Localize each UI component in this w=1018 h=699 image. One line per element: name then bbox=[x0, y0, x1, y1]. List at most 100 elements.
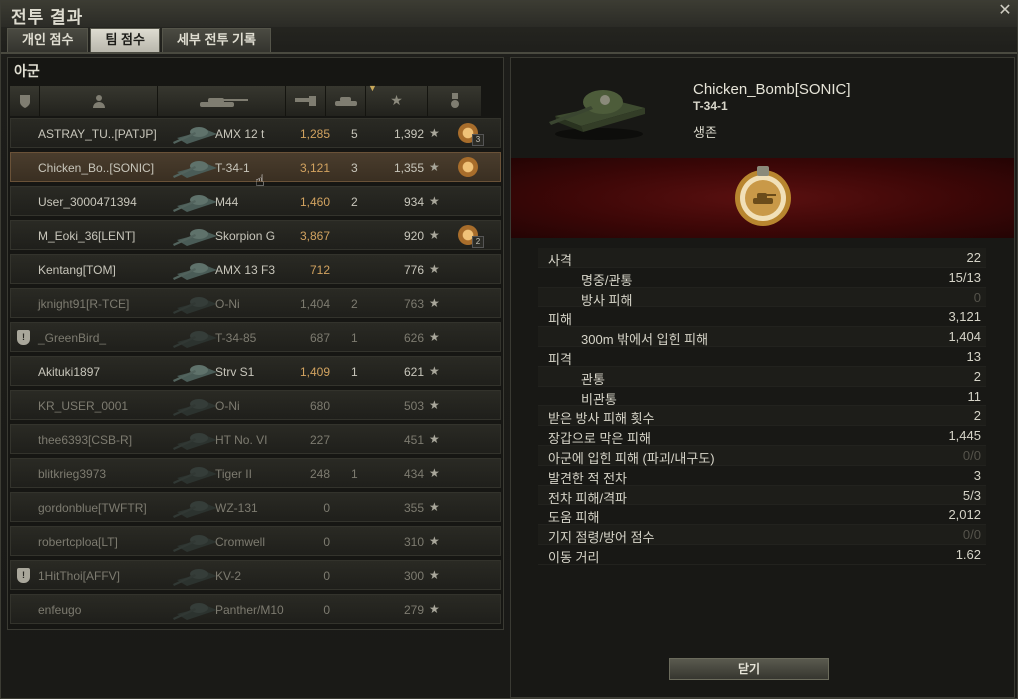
team-row[interactable]: robertcploa[LT] Cromwell 0 310 ★ bbox=[10, 526, 501, 556]
team-row[interactable]: M_Eoki_36[LENT] Skorpion G 3,867 920 ★ 2 bbox=[10, 220, 501, 250]
star-icon: ★ bbox=[429, 330, 440, 344]
close-icon[interactable]: ✕ bbox=[997, 2, 1013, 18]
team-row[interactable]: Akituki1897 Strv S1 1,409 1 621 ★ bbox=[10, 356, 501, 386]
row-kills: 2 bbox=[351, 297, 358, 311]
stat-value: 22 bbox=[966, 250, 981, 265]
row-damage: 1,460 bbox=[299, 195, 330, 209]
star-icon: ★ bbox=[429, 534, 440, 548]
team-panel: 아군 ▼ ★ ASTRAY_TU..[PATJP] AMX 12 t 1,285… bbox=[7, 57, 504, 630]
tank-icon[interactable] bbox=[158, 86, 286, 116]
team-row[interactable]: ! 1HitThoi[AFFV] KV-2 0 300 ★ bbox=[10, 560, 501, 590]
row-xp: 355 bbox=[403, 501, 424, 515]
person-icon[interactable] bbox=[40, 86, 158, 116]
window-title: 전투 결과 bbox=[11, 8, 84, 27]
stat-value: 11 bbox=[967, 388, 982, 404]
row-vehicle-name: M44 bbox=[215, 195, 239, 209]
vehicle-header: Chicken_Bomb[SONIC] T-34-1 생존 bbox=[511, 58, 1014, 156]
row-xp: 920 bbox=[403, 229, 424, 243]
row-damage: 687 bbox=[309, 331, 330, 345]
star-icon: ★ bbox=[429, 398, 440, 412]
team-row[interactable]: Kentang[TOM] AMX 13 F3 712 776 ★ bbox=[10, 254, 501, 284]
close-button[interactable]: 닫기 bbox=[669, 658, 829, 680]
row-damage: 0 bbox=[323, 535, 330, 549]
star-icon: ★ bbox=[429, 160, 440, 174]
team-row[interactable]: jknight91[R-TCE] O-Ni 1,404 2 763 ★ bbox=[10, 288, 501, 318]
detail-status: 생존 bbox=[693, 125, 717, 140]
tab-personal-score[interactable]: 개인 점수 bbox=[7, 28, 89, 52]
star-icon: ★ bbox=[429, 262, 440, 276]
tank-thumbnail bbox=[173, 263, 217, 280]
sort-arrow-icon: ▼ bbox=[368, 83, 377, 93]
row-vehicle-name: Cromwell bbox=[215, 535, 266, 549]
row-player-name: Akituki1897 bbox=[38, 365, 101, 379]
row-damage: 680 bbox=[309, 399, 330, 413]
row-damage: 248 bbox=[309, 467, 330, 481]
row-kills: 3 bbox=[351, 161, 358, 175]
stat-row: 비관통 11 bbox=[538, 387, 986, 407]
stat-label: 전차 피해/격파 bbox=[548, 490, 627, 506]
stat-row: 피격 13 bbox=[538, 347, 986, 367]
stat-row: 아군에 입힌 피해 (파괴/내구도) 0/0 bbox=[538, 445, 986, 466]
row-damage: 712 bbox=[309, 263, 330, 277]
tab-team-score[interactable]: 팀 점수 bbox=[90, 28, 160, 52]
stat-value: 1,404 bbox=[948, 329, 981, 345]
row-kills: 1 bbox=[351, 331, 358, 345]
team-row[interactable]: gordonblue[TWFTR] WZ-131 0 355 ★ bbox=[10, 492, 501, 522]
stat-label: 비관통 bbox=[581, 391, 617, 407]
stat-row: 사격 22 bbox=[538, 248, 986, 268]
stat-row: 관통 2 bbox=[538, 366, 986, 387]
team-row[interactable]: KR_USER_0001 O-Ni 680 503 ★ bbox=[10, 390, 501, 420]
star-icon: ★ bbox=[429, 364, 440, 378]
row-xp: 503 bbox=[403, 399, 424, 413]
row-kills: 2 bbox=[351, 195, 358, 209]
clan-shield-icon: ! bbox=[17, 330, 30, 345]
gun-icon[interactable] bbox=[286, 86, 326, 116]
medal-count: 3 bbox=[472, 134, 484, 146]
player-detail-panel: Chicken_Bomb[SONIC] T-34-1 생존 사격 22 명중/관통… bbox=[510, 57, 1015, 698]
stat-value: 2 bbox=[973, 408, 981, 424]
column-header: ▼ ★ bbox=[10, 83, 501, 116]
medal-icon[interactable] bbox=[458, 157, 478, 177]
team-row[interactable]: blitkrieg3973 Tiger II 248 1 434 ★ bbox=[10, 458, 501, 488]
tank-thumbnail bbox=[173, 229, 217, 246]
stat-label: 기지 점령/방어 점수 bbox=[548, 530, 655, 546]
row-damage: 0 bbox=[323, 501, 330, 515]
row-player-name: blitkrieg3973 bbox=[38, 467, 107, 481]
team-row[interactable]: ! _GreenBird_ T-34-85 687 1 626 ★ bbox=[10, 322, 501, 352]
row-xp: 626 bbox=[403, 331, 424, 345]
tank-thumbnail bbox=[173, 603, 217, 620]
tank-thumbnail bbox=[173, 535, 217, 552]
team-row[interactable]: ASTRAY_TU..[PATJP] AMX 12 t 1,285 5 1,392 ★ 3 bbox=[10, 118, 501, 148]
title-bar: 전투 결과 ✕ bbox=[1, 1, 1017, 27]
tank-thumbnail bbox=[173, 127, 217, 144]
medal-icon[interactable] bbox=[428, 86, 481, 116]
row-damage: 3,121 bbox=[299, 161, 330, 175]
tank-thumbnail bbox=[173, 297, 217, 314]
team-row[interactable]: enfeugo Panther/M10 0 279 ★ bbox=[10, 594, 501, 624]
shield-icon[interactable] bbox=[10, 86, 40, 116]
row-vehicle-name: KV-2 bbox=[215, 569, 242, 583]
detail-vehicle-name: T-34-1 bbox=[693, 99, 728, 113]
star-icon[interactable]: ▼ ★ bbox=[366, 83, 428, 116]
stat-row: 이동 거리 1.62 bbox=[538, 545, 986, 565]
team-row[interactable]: User_3000471394 M44 1,460 2 934 ★ bbox=[10, 186, 501, 216]
row-vehicle-name: T-34-85 bbox=[215, 331, 257, 345]
row-damage: 1,409 bbox=[299, 365, 330, 379]
stat-row: 받은 방사 피해 횟수 2 bbox=[538, 406, 986, 426]
tab-detailed-battle-log[interactable]: 세부 전투 기록 bbox=[161, 28, 271, 52]
stat-label: 명중/관통 bbox=[581, 272, 633, 288]
tank-thumbnail bbox=[173, 433, 217, 450]
destroyed-tank-icon[interactable] bbox=[326, 86, 366, 116]
stat-row: 피해 3,121 bbox=[538, 307, 986, 327]
row-player-name: 1HitThoi[AFFV] bbox=[38, 569, 121, 583]
row-player-name: gordonblue[TWFTR] bbox=[38, 501, 147, 515]
team-title: 아군 bbox=[14, 63, 40, 79]
row-damage: 3,867 bbox=[299, 229, 330, 243]
tank-thumbnail bbox=[173, 467, 217, 484]
stat-row: 300m 밖에서 입힌 피해 1,404 bbox=[538, 327, 986, 347]
tab-bar: 개인 점수 팀 점수 세부 전투 기록 bbox=[7, 28, 273, 52]
tank-thumbnail bbox=[173, 569, 217, 586]
tank-thumbnail bbox=[173, 161, 217, 178]
stat-label: 발견한 적 전차 bbox=[548, 470, 627, 486]
team-row[interactable]: thee6393[CSB-R] HT No. VI 227 451 ★ bbox=[10, 424, 501, 454]
